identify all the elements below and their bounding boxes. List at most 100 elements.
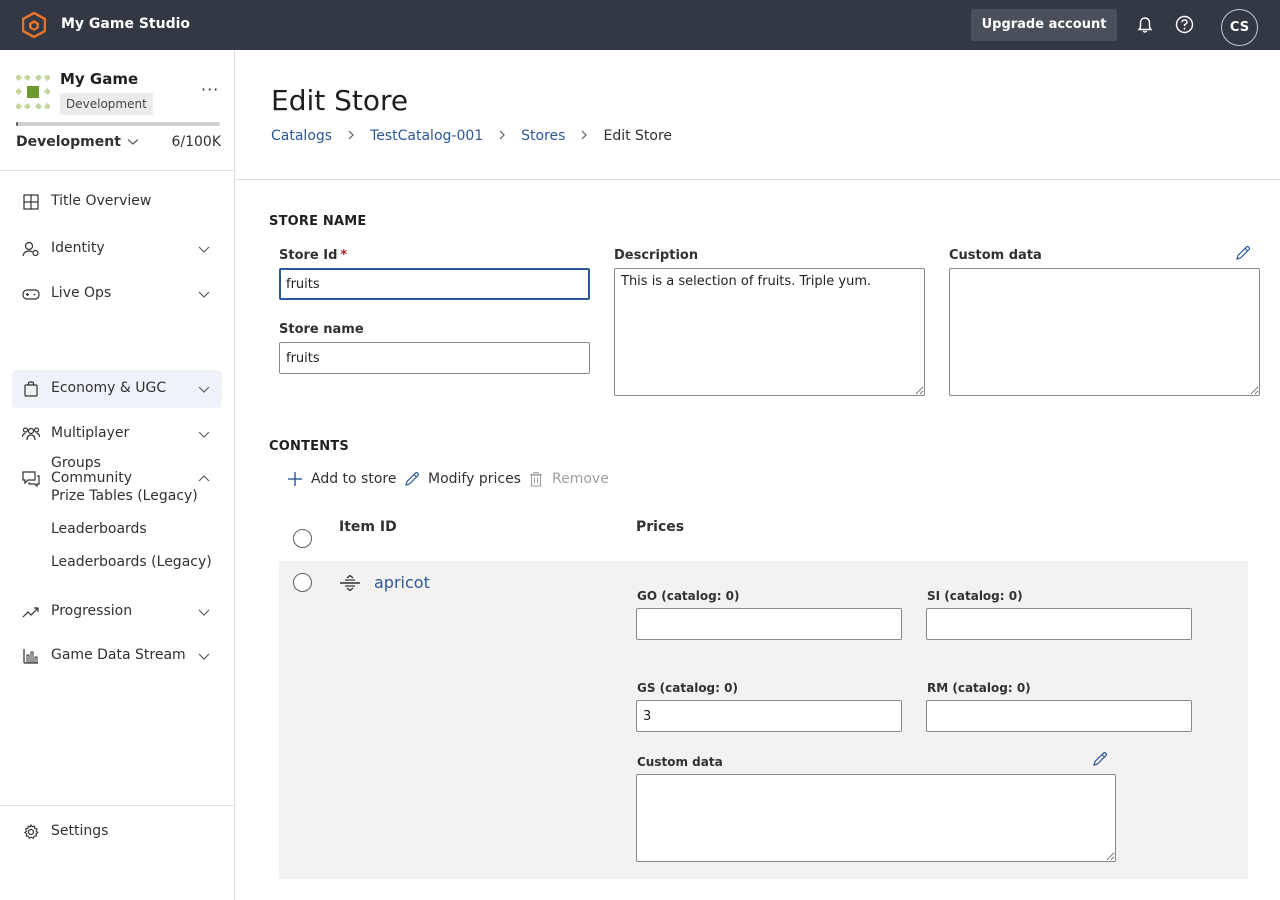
sidebar-item-progression[interactable]: Progression — [12, 593, 222, 631]
identity-icon — [22, 241, 39, 257]
store-id-input[interactable] — [279, 268, 590, 300]
select-all-radio[interactable] — [293, 529, 312, 548]
brand-logo-icon[interactable] — [22, 12, 46, 38]
edit-pencil-icon — [405, 471, 420, 486]
environment-select-label: Development — [16, 134, 121, 150]
item-type-icon — [340, 575, 360, 591]
price-label-gs: GS (catalog: 0) — [637, 681, 738, 695]
chevron-right-icon — [565, 128, 603, 144]
top-bar: My Game Studio Upgrade account CS — [0, 0, 1280, 50]
item-id-link[interactable]: apricot — [374, 573, 430, 592]
grid-icon — [23, 194, 39, 210]
sidebar-item-label: Identity — [51, 240, 105, 256]
row-custom-data-textarea[interactable] — [636, 774, 1116, 862]
custom-data-label: Custom data — [949, 248, 1042, 263]
sidebar-item-multiplayer[interactable]: Multiplayer — [12, 415, 222, 453]
divider — [0, 170, 234, 171]
sidebar-subitem-groups[interactable]: Groups — [51, 455, 101, 471]
sidebar-item-label: Game Data Stream — [51, 647, 186, 663]
sidebar-subitem-leaderboards-legacy[interactable]: Leaderboards (Legacy) — [51, 554, 212, 570]
divider — [235, 179, 1280, 180]
game-icon — [16, 75, 50, 109]
sidebar-item-title-overview[interactable]: Title Overview — [12, 183, 222, 221]
page-title: Edit Store — [271, 84, 409, 117]
price-label-rm: RM (catalog: 0) — [927, 681, 1031, 695]
chevron-down-icon — [198, 246, 210, 253]
edit-pencil-icon[interactable] — [1092, 751, 1108, 767]
sidebar-item-label: Live Ops — [51, 285, 112, 301]
sidebar-item-label: Settings — [51, 823, 109, 839]
description-label: Description — [614, 248, 699, 263]
add-to-store-label: Add to store — [311, 471, 397, 487]
gear-icon — [24, 824, 39, 840]
store-id-label: Store Id * — [279, 248, 347, 263]
chevron-right-icon — [483, 128, 521, 144]
sidebar-item-label: Title Overview — [51, 193, 152, 209]
studio-name[interactable]: My Game Studio — [61, 16, 190, 32]
store-id-label-text: Store Id — [279, 248, 338, 263]
row-custom-data-label: Custom data — [637, 755, 723, 769]
price-input-si[interactable] — [926, 608, 1192, 640]
remove-button[interactable]: Remove — [528, 470, 609, 490]
trend-icon — [22, 607, 39, 618]
sidebar-item-economy-ugc[interactable]: Economy & UGC — [12, 370, 222, 408]
sidebar: My Game Development ··· Development 6/10… — [0, 50, 235, 900]
usage-progress-fill — [16, 122, 19, 126]
bar-chart-icon — [23, 649, 38, 664]
sidebar-subitem-prize-tables-legacy[interactable]: Prize Tables (Legacy) — [51, 488, 198, 504]
price-input-rm[interactable] — [926, 700, 1192, 732]
chevron-down-icon — [198, 609, 210, 616]
sidebar-item-label: Community — [51, 470, 133, 486]
price-label-si: SI (catalog: 0) — [927, 589, 1023, 603]
chevron-down-icon — [198, 291, 210, 298]
store-name-label: Store name — [279, 322, 364, 337]
custom-data-textarea[interactable] — [949, 268, 1260, 396]
description-textarea[interactable]: This is a selection of fruits. Triple yu… — [614, 268, 925, 396]
add-to-store-button[interactable]: Add to store — [287, 470, 397, 490]
environment-badge: Development — [60, 93, 153, 115]
breadcrumb-link-catalogs[interactable]: Catalogs — [271, 128, 332, 144]
usage-progress-bar — [16, 122, 220, 126]
chevron-up-icon — [198, 475, 210, 482]
breadcrumb-link-stores[interactable]: Stores — [521, 128, 565, 144]
section-title-store-name: STORE NAME — [269, 214, 367, 229]
chevron-down-icon — [198, 653, 210, 660]
price-input-go[interactable] — [636, 608, 902, 640]
section-title-contents: CONTENTS — [269, 439, 349, 454]
plus-icon — [288, 472, 302, 486]
shopping-bag-icon — [24, 381, 38, 397]
chevron-down-icon — [127, 134, 139, 150]
row-select-radio[interactable] — [293, 573, 312, 592]
price-label-go: GO (catalog: 0) — [637, 589, 740, 603]
usage-count: 6/100K — [171, 134, 221, 150]
chevron-down-icon — [198, 431, 210, 438]
required-mark: * — [340, 248, 348, 263]
people-icon — [22, 427, 40, 441]
game-name[interactable]: My Game — [60, 70, 138, 88]
sidebar-item-game-data-stream[interactable]: Game Data Stream — [12, 637, 222, 675]
notifications-bell-icon[interactable] — [1136, 16, 1154, 34]
column-header-item-id[interactable]: Item ID — [339, 519, 397, 535]
more-options-button[interactable]: ··· — [201, 80, 219, 99]
help-icon[interactable] — [1175, 15, 1194, 34]
sidebar-subitem-leaderboards[interactable]: Leaderboards — [51, 521, 147, 537]
price-input-gs[interactable] — [636, 700, 902, 732]
sidebar-item-live-ops[interactable]: Live Ops — [12, 275, 222, 313]
column-header-prices: Prices — [636, 519, 685, 535]
breadcrumb-current: Edit Store — [603, 128, 673, 144]
modify-prices-label: Modify prices — [428, 471, 521, 487]
sidebar-item-identity[interactable]: Identity — [12, 230, 222, 268]
sidebar-item-label: Progression — [51, 603, 133, 619]
environment-select[interactable]: Development — [16, 134, 139, 150]
edit-pencil-icon[interactable] — [1235, 245, 1251, 261]
store-name-input[interactable] — [279, 342, 590, 374]
sidebar-item-label: Multiplayer — [51, 425, 130, 441]
chevron-right-icon — [332, 128, 370, 144]
breadcrumb-link-catalog[interactable]: TestCatalog-001 — [370, 128, 483, 144]
upgrade-account-button[interactable]: Upgrade account — [971, 9, 1117, 41]
modify-prices-button[interactable]: Modify prices — [404, 470, 521, 490]
sidebar-item-settings[interactable]: Settings — [12, 813, 222, 851]
trash-icon — [530, 472, 542, 487]
user-avatar[interactable]: CS — [1221, 9, 1258, 46]
chevron-down-icon — [198, 386, 210, 393]
